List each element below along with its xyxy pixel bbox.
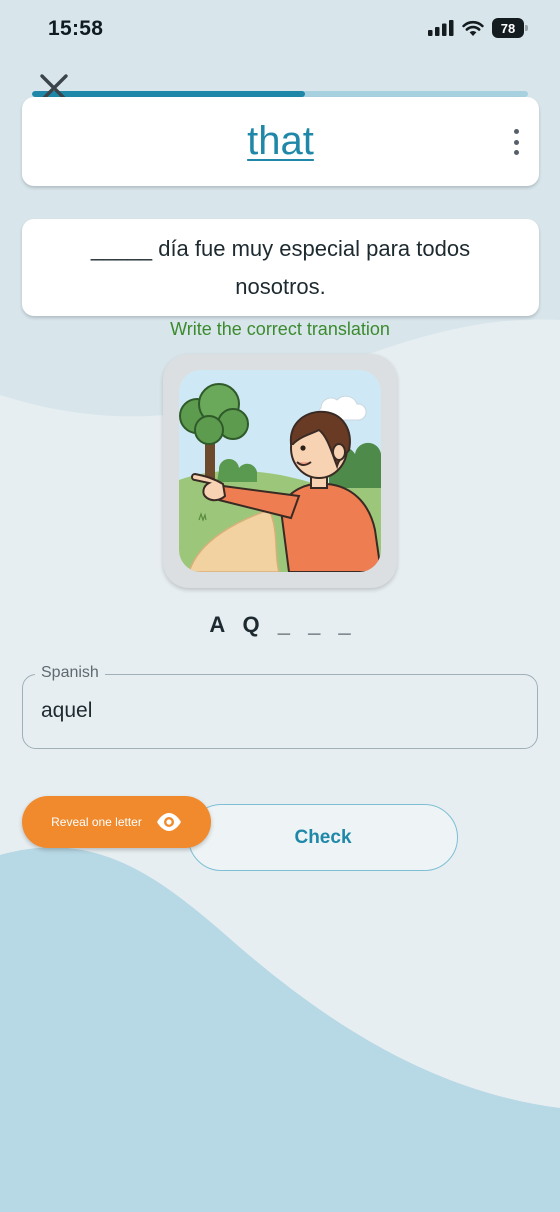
target-word[interactable]: that [247, 119, 314, 164]
boy-pointing-illustration [179, 370, 381, 572]
status-icons: 78 [428, 18, 528, 38]
more-vert-icon [513, 129, 519, 134]
more-options-button[interactable] [511, 129, 521, 155]
instruction-text: Write the correct translation [170, 319, 390, 339]
word-card: that [22, 97, 539, 186]
status-time: 15:58 [48, 17, 104, 40]
eye-icon [156, 813, 181, 831]
reveal-letter-button[interactable]: Reveal one letter [22, 796, 211, 848]
check-button-label: Check [294, 826, 352, 848]
answer-input[interactable] [41, 699, 511, 723]
sentence-text: _____ día fue muy especial para todos no… [90, 235, 471, 299]
sentence-card: _____ día fue muy especial para todos no… [22, 219, 539, 316]
signal-icon [428, 20, 454, 36]
wifi-icon [462, 20, 484, 36]
illustration-card [163, 354, 397, 588]
check-button[interactable]: Check [188, 804, 458, 871]
battery-icon: 78 [492, 18, 528, 38]
battery-level: 78 [500, 20, 516, 36]
answer-field-label: Spanish [35, 664, 105, 682]
answer-field[interactable]: Spanish [22, 664, 538, 749]
reveal-letter-label: Reveal one letter [51, 815, 142, 829]
letter-hint: A Q _ _ _ [209, 612, 357, 637]
